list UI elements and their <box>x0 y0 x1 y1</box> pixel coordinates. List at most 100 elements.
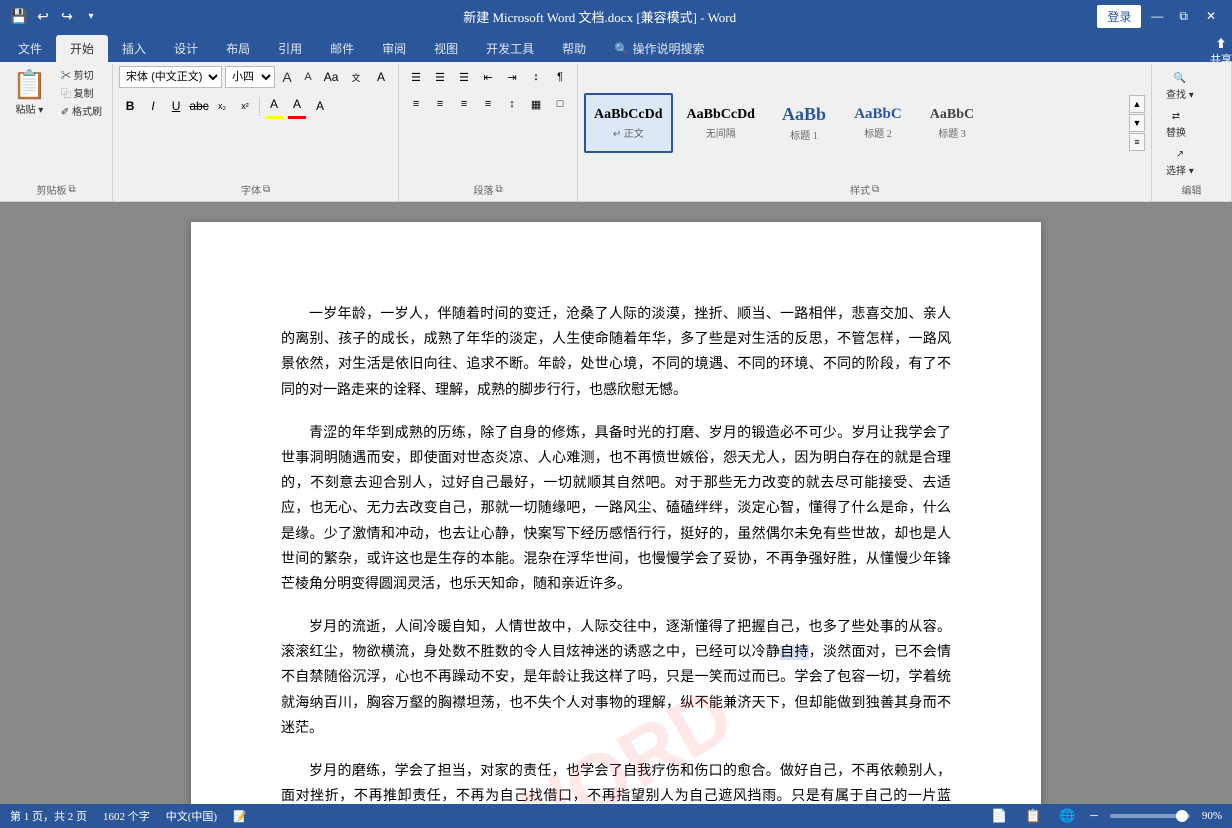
tab-home[interactable]: 开始 <box>56 35 108 62</box>
tab-search[interactable]: 🔍 操作说明搜索 <box>600 35 718 62</box>
title-bar-left: 💾 ↩ ↪ ▾ <box>8 5 102 27</box>
select-button[interactable]: ↗ 选择 ▾ <box>1158 146 1202 180</box>
styles-scroll-up[interactable]: ▲ <box>1129 95 1145 113</box>
tab-file[interactable]: 文件 <box>4 35 56 62</box>
style-heading1[interactable]: AaBb 标题 1 <box>769 93 839 153</box>
close-button[interactable]: ✕ <box>1198 7 1224 25</box>
web-layout-button[interactable]: 🌐 <box>1056 805 1078 827</box>
window-title: 新建 Microsoft Word 文档.docx [兼容模式] - Word <box>102 7 1097 26</box>
read-mode-button[interactable]: 📄 <box>988 805 1010 827</box>
paste-button[interactable]: 📋 粘贴 ▾ <box>6 66 53 118</box>
italic-button[interactable]: I <box>142 95 164 117</box>
align-center-button[interactable]: ≡ <box>429 93 451 115</box>
align-right-button[interactable]: ≡ <box>453 93 475 115</box>
paragraph-group: ☰ ☰ ☰ ⇤ ⇥ ↕ ¶ ≡ ≡ ≡ ≡ ↕ ▦ □ 段落 ⧉ <box>399 64 578 201</box>
increase-indent-button[interactable]: ⇥ <box>501 66 523 88</box>
multilevel-list-button[interactable]: ☰ <box>453 66 475 88</box>
styles-label: 样式 <box>850 182 870 197</box>
style-heading2[interactable]: AaBbC 标题 2 <box>843 93 913 153</box>
font-expand-icon[interactable]: ⧉ <box>263 184 270 195</box>
style-heading3[interactable]: AaBbC 标题 3 <box>917 93 987 153</box>
styles-expand-icon[interactable]: ⧉ <box>872 184 879 195</box>
strikethrough-button[interactable]: abc <box>188 95 210 117</box>
login-button[interactable]: 登录 <box>1097 5 1141 28</box>
show-marks-button[interactable]: ¶ <box>549 66 571 88</box>
styles-scroll-controls: ▲ ▼ ≡ <box>1129 95 1145 151</box>
spell-check-icon: 📝 <box>233 810 247 823</box>
paste-icon: 📋 <box>12 68 47 101</box>
phonetic-button[interactable]: 文 <box>345 66 367 88</box>
save-button[interactable]: 💾 <box>8 5 30 27</box>
font-size-select[interactable]: 小四 12 14 <box>225 66 275 88</box>
zoom-percent[interactable]: 90% <box>1202 810 1222 822</box>
cut-button[interactable]: ✂ 剪切 <box>57 66 106 83</box>
tab-developer[interactable]: 开发工具 <box>472 35 548 62</box>
print-layout-button[interactable]: 📋 <box>1022 805 1044 827</box>
redo-button[interactable]: ↪ <box>56 5 78 27</box>
page-info: 第 1 页，共 2 页 <box>10 808 87 824</box>
sort-button[interactable]: ↕ <box>525 66 547 88</box>
tab-references[interactable]: 引用 <box>264 35 316 62</box>
paragraph-label: 段落 <box>473 182 493 197</box>
styles-scroll-down[interactable]: ▼ <box>1129 114 1145 132</box>
tab-help[interactable]: 帮助 <box>548 35 600 62</box>
line-spacing-button[interactable]: ↕ <box>501 93 523 115</box>
tab-mailings[interactable]: 邮件 <box>316 35 368 62</box>
edit-label: 编辑 <box>1182 182 1202 197</box>
decrease-indent-button[interactable]: ⇤ <box>477 66 499 88</box>
char-border-button[interactable]: A <box>309 95 331 117</box>
ribbon-tabs: 文件 开始 插入 设计 布局 引用 邮件 审阅 视图 开发工具 帮助 🔍 操作说… <box>0 32 1232 62</box>
minimize-button[interactable]: — <box>1145 7 1169 25</box>
bold-button[interactable]: B <box>119 95 141 117</box>
customize-quick-access-button[interactable]: ▾ <box>80 5 102 27</box>
clipboard-expand-icon[interactable]: ⧉ <box>68 184 75 195</box>
copy-button[interactable]: ⿻ 复制 <box>57 84 106 101</box>
restore-button[interactable]: ⧉ <box>1173 7 1194 26</box>
share-button[interactable]: ⬆ 共享 <box>1210 40 1232 62</box>
tab-insert[interactable]: 插入 <box>108 35 160 62</box>
page-content[interactable]: 一岁年龄，一岁人，伴随着时间的变迁，沧桑了人际的淡漠，挫折、顺当、一路相伴，悲喜… <box>281 302 951 804</box>
font-name-select[interactable]: 宋体 (中文正文) <box>119 66 222 88</box>
language-indicator[interactable]: 中文(中国) <box>166 808 217 824</box>
paragraph-1: 一岁年龄，一岁人，伴随着时间的变迁，沧桑了人际的淡漠，挫折、顺当、一路相伴，悲喜… <box>281 302 951 403</box>
document-area[interactable]: WORD 一岁年龄，一岁人，伴随着时间的变迁，沧桑了人际的淡漠，挫折、顺当、一路… <box>0 202 1232 804</box>
paragraph-expand-icon[interactable]: ⧉ <box>495 184 502 195</box>
zoom-thumb[interactable] <box>1176 810 1188 822</box>
clipboard-group: 📋 粘贴 ▾ ✂ 剪切 ⿻ 复制 ✐ 格式刷 剪贴板 ⧉ <box>0 64 113 201</box>
style-no-space[interactable]: AaBbCcDd 无间隔 <box>677 93 765 153</box>
clear-format-button[interactable]: A <box>370 66 392 88</box>
align-left-button[interactable]: ≡ <box>405 93 427 115</box>
tab-view[interactable]: 视图 <box>420 35 472 62</box>
bullets-button[interactable]: ☰ <box>405 66 427 88</box>
styles-more[interactable]: ≡ <box>1129 133 1145 151</box>
text-highlight-button[interactable]: A <box>263 93 285 115</box>
replace-button[interactable]: ⇄ 替换 <box>1158 108 1194 142</box>
font-increase-button[interactable]: A <box>278 66 296 88</box>
justify-button[interactable]: ≡ <box>477 93 499 115</box>
replace-icon: ⇄ <box>1172 111 1180 122</box>
tab-review[interactable]: 审阅 <box>368 35 420 62</box>
paragraph-3: 岁月的流逝，人间冷暖自知，人情世故中，人际交往中，逐渐懂得了把握自己，也多了些处… <box>281 615 951 741</box>
format-painter-button[interactable]: ✐ 格式刷 <box>57 102 106 119</box>
find-button[interactable]: 🔍 查找 ▾ <box>1158 70 1202 104</box>
undo-button[interactable]: ↩ <box>32 5 54 27</box>
numbering-button[interactable]: ☰ <box>429 66 451 88</box>
tab-design[interactable]: 设计 <box>160 35 212 62</box>
zoom-slider[interactable] <box>1110 814 1190 818</box>
font-decrease-button[interactable]: A <box>299 66 317 88</box>
clipboard-label: 剪贴板 <box>36 182 66 197</box>
shading-button[interactable]: ▦ <box>525 93 547 115</box>
ribbon-toolbar: 📋 粘贴 ▾ ✂ 剪切 ⿻ 复制 ✐ 格式刷 剪贴板 ⧉ 宋体 (中文正文) 小… <box>0 62 1232 202</box>
find-icon: 🔍 <box>1174 73 1186 84</box>
font-group: 宋体 (中文正文) 小四 12 14 A A Aa 文 A B I U abc … <box>113 64 399 201</box>
style-normal[interactable]: AaBbCcDd ↵ 正文 <box>584 93 672 153</box>
underline-button[interactable]: U <box>165 95 187 117</box>
superscript-button[interactable]: x² <box>234 95 256 117</box>
tab-layout[interactable]: 布局 <box>212 35 264 62</box>
subscript-button[interactable]: x₂ <box>211 95 233 117</box>
change-case-button[interactable]: Aa <box>320 66 342 88</box>
border-button[interactable]: □ <box>549 93 571 115</box>
paragraph-2: 青涩的年华到成熟的历练，除了自身的修炼，具备时光的打磨、岁月的锻造必不可少。岁月… <box>281 421 951 597</box>
font-color-button[interactable]: A <box>286 93 308 115</box>
document-page: WORD 一岁年龄，一岁人，伴随着时间的变迁，沧桑了人际的淡漠，挫折、顺当、一路… <box>191 222 1041 804</box>
